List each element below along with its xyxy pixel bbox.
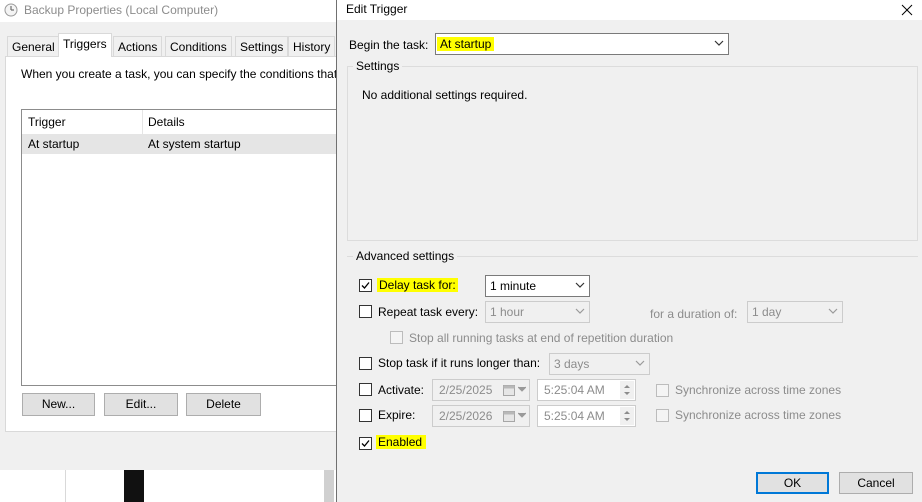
repeat-task-label[interactable]: Repeat task every:: [378, 305, 478, 319]
divider: [65, 470, 66, 502]
background-titlebar: Backup Properties (Local Computer): [0, 0, 337, 22]
dialog-titlebar: Edit Trigger: [337, 0, 922, 20]
tab-conditions-label: Conditions: [170, 40, 227, 54]
column-separator[interactable]: [142, 110, 143, 134]
enabled-checkbox[interactable]: [359, 437, 372, 450]
activate-time-value: 5:25:04 AM: [544, 383, 605, 397]
tab-general-label: General: [12, 40, 55, 54]
settings-group-label: Settings: [353, 59, 403, 73]
chevron-down-icon: [714, 40, 724, 46]
cancel-button[interactable]: Cancel: [839, 472, 913, 494]
expire-sync-label: Synchronize across time zones: [675, 408, 842, 422]
chevron-down-icon: [575, 308, 585, 314]
begin-task-label: Begin the task:: [349, 38, 429, 52]
repeat-task-dropdown[interactable]: 1 hour: [485, 301, 590, 323]
close-icon[interactable]: [897, 0, 917, 20]
delay-task-label[interactable]: Delay task for:: [377, 278, 458, 292]
chevron-down-icon: [518, 386, 526, 392]
tab-settings[interactable]: Settings: [235, 36, 289, 56]
begin-task-value: At startup: [437, 37, 495, 51]
repeat-task-checkbox[interactable]: [359, 305, 372, 318]
advanced-settings-label: Advanced settings: [353, 249, 458, 263]
stop-task-longer-label[interactable]: Stop task if it runs longer than:: [378, 356, 540, 370]
duration-dropdown[interactable]: 1 day: [747, 301, 843, 323]
edit-trigger-dialog: Edit Trigger Begin the task: At startup …: [336, 0, 922, 502]
background-properties-window: Backup Properties (Local Computer) Gener…: [0, 0, 351, 502]
begin-task-dropdown[interactable]: At startup: [435, 33, 729, 55]
new-trigger-button[interactable]: New...: [22, 393, 95, 416]
tab-actions-label: Actions: [118, 40, 158, 54]
background-window-title: Backup Properties (Local Computer): [24, 3, 219, 17]
chevron-down-icon: [575, 282, 585, 288]
spinner-arrows-icon[interactable]: [620, 407, 634, 425]
activate-date-value: 2/25/2025: [439, 383, 493, 397]
calendar-icon: [503, 385, 515, 396]
tab-triggers[interactable]: Triggers: [58, 33, 112, 57]
expire-date-value: 2/25/2026: [439, 409, 493, 423]
expire-time-value: 5:25:04 AM: [544, 409, 605, 423]
spinner-arrows-icon[interactable]: [620, 381, 634, 399]
dialog-title: Edit Trigger: [346, 2, 408, 16]
stop-task-longer-value: 3 days: [554, 357, 590, 371]
triggers-list-header: Trigger Details: [22, 110, 350, 135]
activate-date-picker[interactable]: 2/25/2025: [432, 379, 530, 401]
delay-task-value: 1 minute: [490, 279, 537, 293]
checkmark-icon: [361, 282, 370, 289]
chevron-down-icon: [518, 412, 526, 418]
triggers-list[interactable]: Trigger Details At startup At system sta…: [21, 109, 351, 386]
activate-time-spinner[interactable]: 5:25:04 AM: [537, 379, 636, 401]
checkmark-icon: [361, 440, 370, 447]
clock-icon: [4, 3, 18, 17]
tab-history[interactable]: History: [288, 36, 336, 56]
stop-running-tasks-checkbox[interactable]: [390, 331, 403, 344]
scrollbar-edge: [324, 470, 334, 502]
row-trigger-cell: At startup: [28, 137, 80, 151]
background-taskbar-area: [0, 470, 337, 502]
expire-label[interactable]: Expire:: [378, 408, 415, 422]
tab-history-label: History: [293, 40, 331, 54]
tab-settings-label: Settings: [240, 40, 284, 54]
settings-message: No additional settings required.: [362, 88, 528, 102]
enabled-label[interactable]: Enabled: [376, 435, 427, 449]
expire-date-picker[interactable]: 2/25/2026: [432, 405, 530, 427]
triggers-description: When you create a task, you can specify …: [21, 67, 338, 81]
dark-bar: [124, 470, 144, 502]
ok-button[interactable]: OK: [756, 472, 829, 494]
expire-time-spinner[interactable]: 5:25:04 AM: [537, 405, 636, 427]
column-header-trigger[interactable]: Trigger: [28, 115, 66, 129]
activate-sync-checkbox[interactable]: [656, 384, 669, 397]
activate-sync-label: Synchronize across time zones: [675, 383, 842, 397]
table-row[interactable]: At startup At system startup: [22, 135, 350, 154]
tab-actions[interactable]: Actions: [113, 36, 163, 56]
chevron-down-icon: [635, 360, 645, 366]
duration-value: 1 day: [752, 305, 782, 319]
expire-checkbox[interactable]: [359, 409, 372, 422]
repeat-task-value: 1 hour: [490, 305, 525, 319]
edit-trigger-button[interactable]: Edit...: [104, 393, 178, 416]
stop-task-longer-dropdown[interactable]: 3 days: [549, 353, 650, 375]
stop-running-tasks-label: Stop all running tasks at end of repetit…: [409, 331, 674, 345]
tab-conditions[interactable]: Conditions: [165, 36, 232, 56]
tab-general[interactable]: General: [7, 36, 60, 56]
column-header-details[interactable]: Details: [148, 115, 185, 129]
tab-triggers-label: Triggers: [63, 37, 107, 51]
delay-task-checkbox[interactable]: [359, 279, 372, 292]
calendar-icon: [503, 411, 515, 422]
activate-checkbox[interactable]: [359, 383, 372, 396]
delete-trigger-button[interactable]: Delete: [186, 393, 261, 416]
chevron-down-icon: [828, 308, 838, 314]
activate-label[interactable]: Activate:: [378, 383, 424, 397]
row-details-cell: At system startup: [148, 137, 241, 151]
stop-task-longer-checkbox[interactable]: [359, 357, 372, 370]
duration-label: for a duration of:: [650, 307, 738, 321]
expire-sync-checkbox[interactable]: [656, 409, 669, 422]
delay-task-dropdown[interactable]: 1 minute: [485, 275, 590, 297]
